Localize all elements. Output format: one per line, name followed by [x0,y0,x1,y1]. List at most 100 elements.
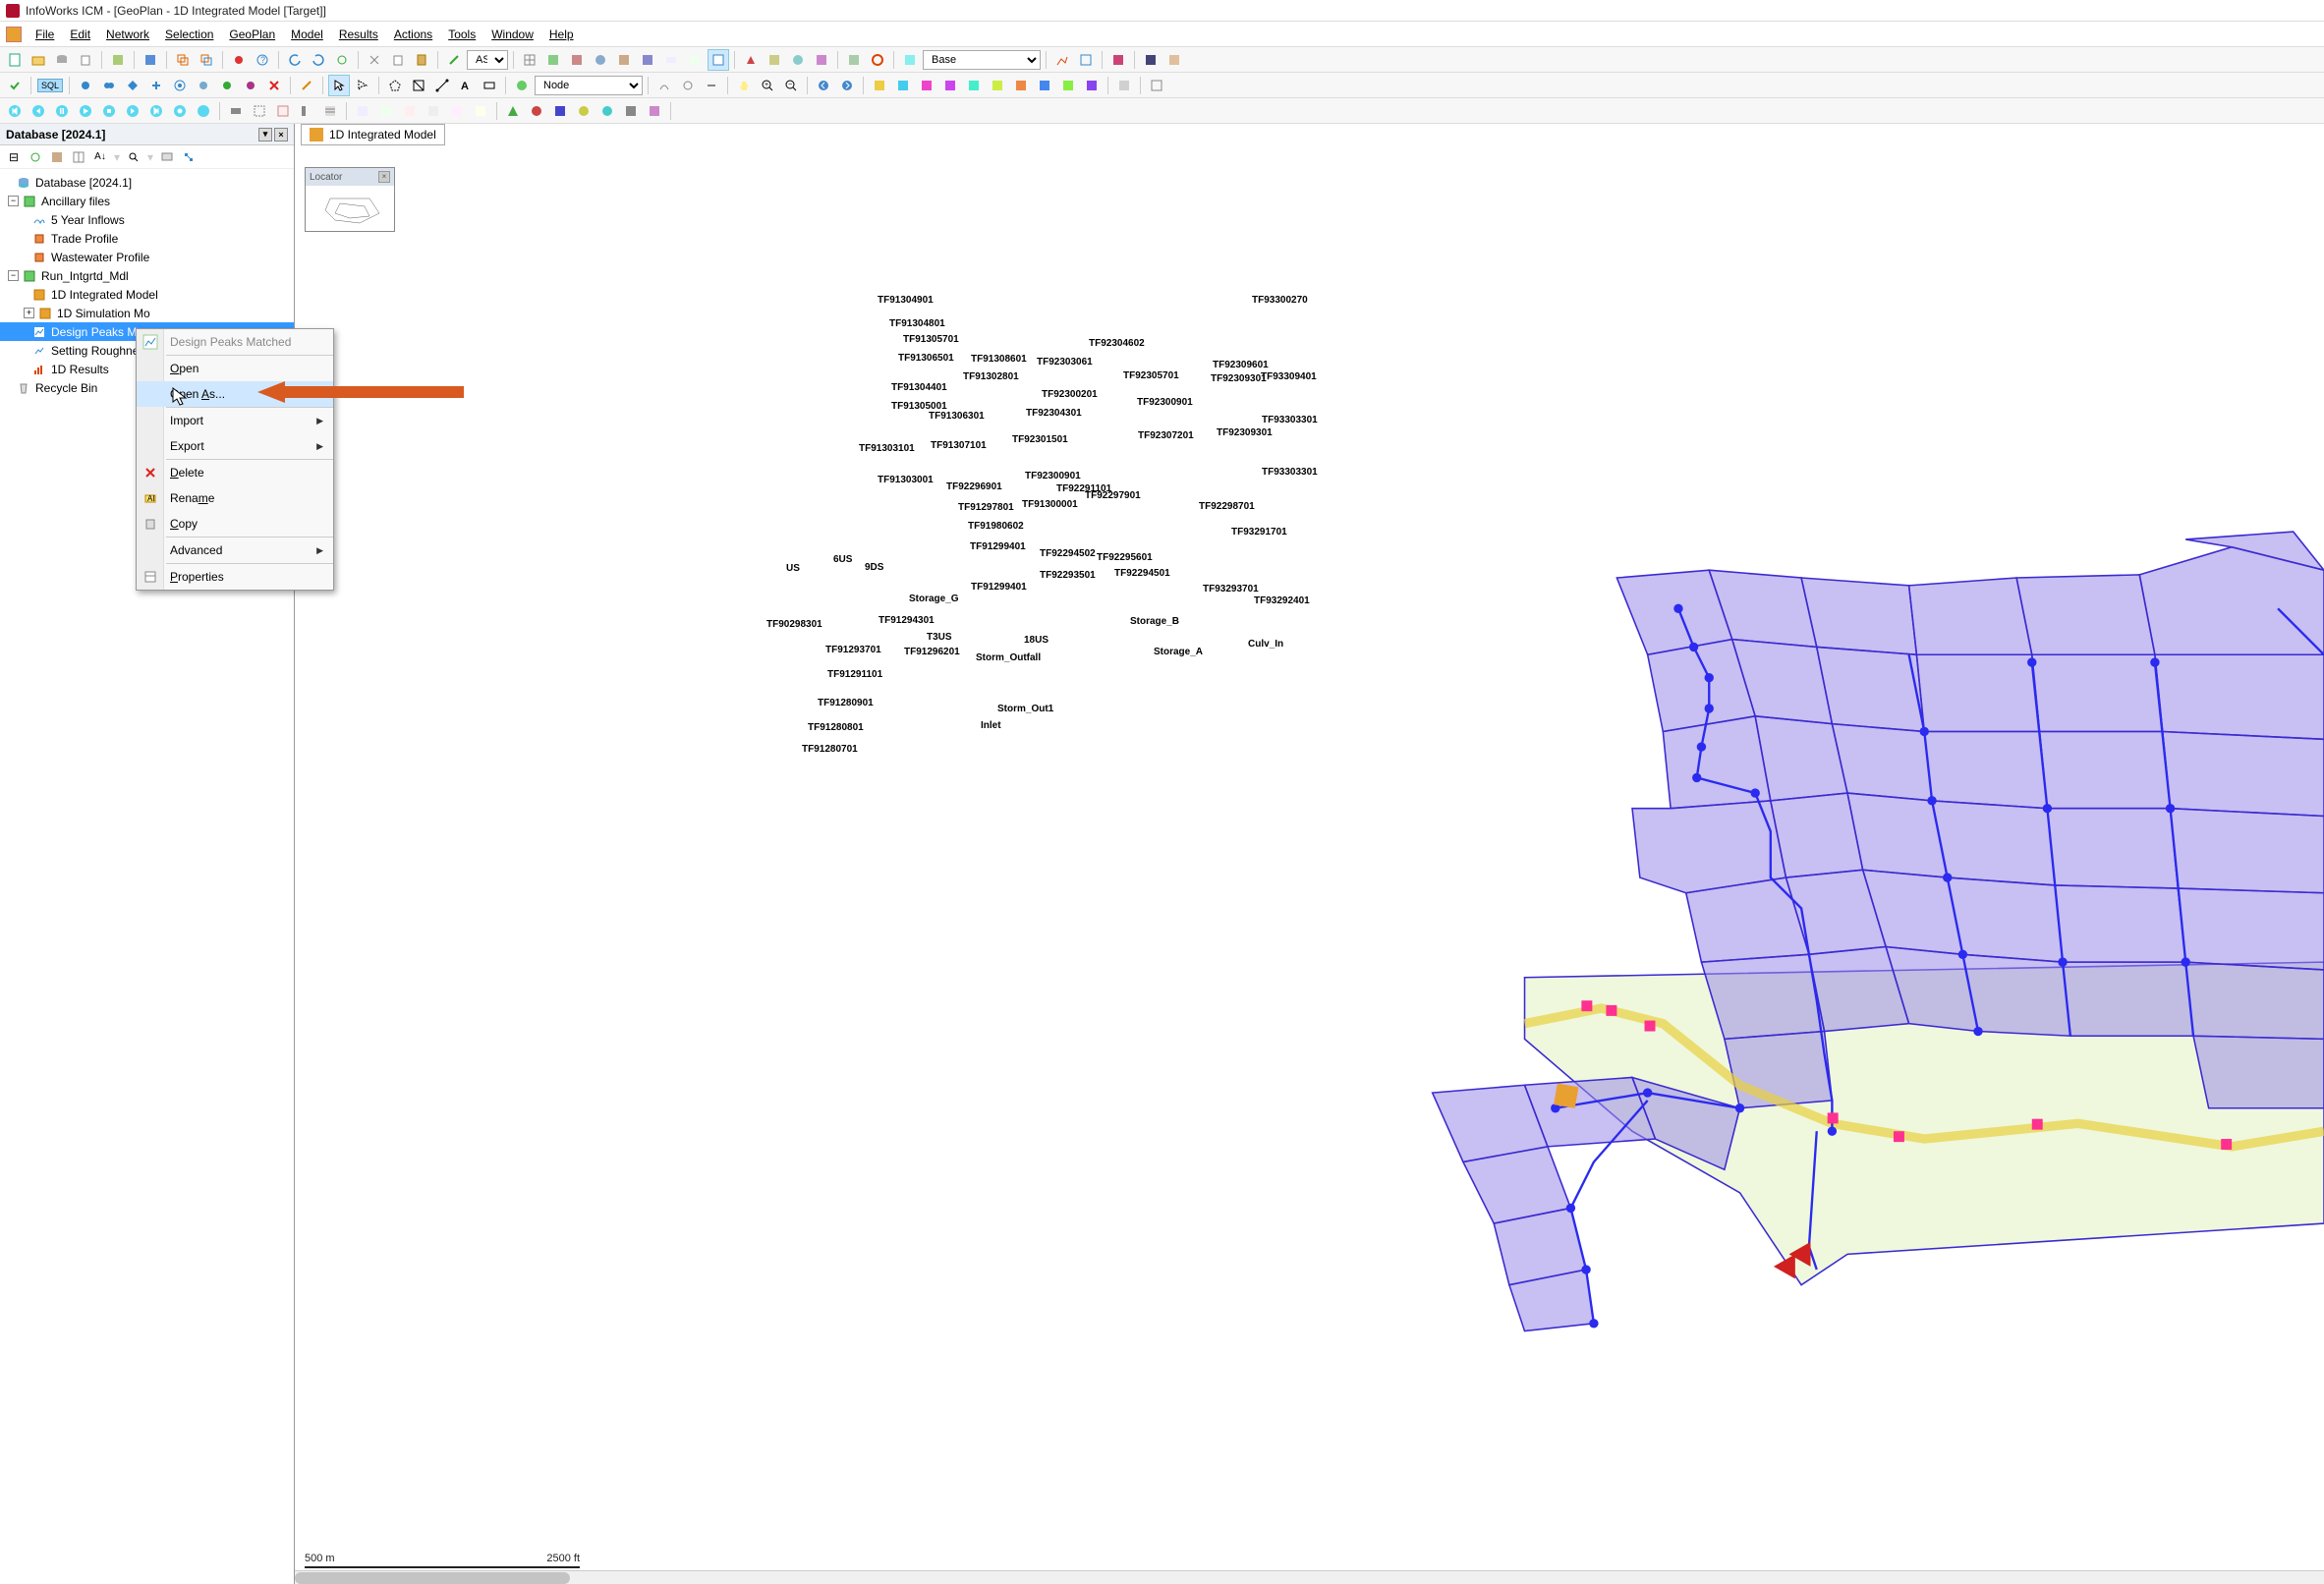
menu-help[interactable]: Help [541,24,582,45]
tb3-e2[interactable] [249,100,270,122]
tb2-hand-icon[interactable] [733,75,755,96]
tb3-e17[interactable] [620,100,642,122]
tb3-e12[interactable] [502,100,524,122]
menu-window[interactable]: Window [483,24,541,45]
ctx-open-as[interactable]: Open As... [137,381,333,407]
tb2-node-dropdown[interactable]: Node [535,76,643,95]
tb2-b6[interactable] [193,75,214,96]
tb2-lasso-icon[interactable] [352,75,373,96]
ctx-rename[interactable]: AI Rename [137,485,333,511]
locator-thumbnail[interactable] [306,186,394,231]
menu-selection[interactable]: Selection [157,24,221,45]
map-canvas[interactable]: TF91304901TF91304801TF93300270TF91305701… [295,147,2324,1584]
tb2-b4[interactable] [145,75,167,96]
tb-locator-icon[interactable] [708,49,729,71]
locator-close-icon[interactable]: × [378,171,390,183]
tb-new-icon[interactable] [4,49,26,71]
tb2-b2[interactable] [98,75,120,96]
tb2-zoomin-icon[interactable]: + [757,75,778,96]
tb-button-h2[interactable] [764,49,785,71]
tree-run[interactable]: − Run_Intgrtd_Mdl [0,266,294,285]
menu-geoplan[interactable]: GeoPlan [221,24,283,45]
tb-button-g2[interactable] [566,49,588,71]
ctx-import[interactable]: Import ▶ [137,408,333,433]
scrollbar-thumb[interactable] [295,1572,570,1584]
tb2-sql-icon[interactable]: SQL [36,75,64,96]
tb-open-icon[interactable] [28,49,49,71]
tb2-rect-icon[interactable] [479,75,500,96]
stb-find-icon[interactable] [126,149,142,165]
stb-filter-icon[interactable] [49,149,65,165]
tree-ancillary[interactable]: − Ancillary files [0,192,294,210]
stb-collapse-icon[interactable]: ⊟ [6,149,22,165]
tb3-rewind-icon[interactable] [4,100,26,122]
tb3-e11[interactable] [470,100,491,122]
tb-button-5[interactable] [107,49,129,71]
tb3-pause-icon[interactable] [51,100,73,122]
tb3-e1[interactable] [225,100,247,122]
tb2-d7[interactable] [1010,75,1032,96]
tb3-e8[interactable] [399,100,421,122]
tb3-e4[interactable] [296,100,317,122]
panel-minimize-icon[interactable]: ▾ [258,128,272,141]
tb2-d12[interactable] [1146,75,1167,96]
tb2-d1[interactable] [869,75,890,96]
locator-panel[interactable]: Locator × [305,167,395,232]
tb-undo-icon[interactable] [284,49,306,71]
tb-cascade-icon[interactable] [172,49,194,71]
tree-1d-simulation[interactable]: + 1D Simulation Mo [0,304,294,322]
tb2-b3[interactable] [122,75,143,96]
tb-bug-icon[interactable] [228,49,250,71]
tb-database-icon[interactable] [51,49,73,71]
app-menu-icon[interactable] [6,27,22,42]
tb2-b1[interactable] [75,75,96,96]
tb2-d6[interactable] [987,75,1008,96]
horizontal-scrollbar[interactable] [295,1570,2324,1584]
tb-save-icon[interactable] [140,49,161,71]
tb-button-g1[interactable] [542,49,564,71]
tb3-e6[interactable] [352,100,373,122]
tb2-globe-icon[interactable] [511,75,533,96]
tb2-poly-sel-icon[interactable] [384,75,406,96]
tb3-e10[interactable] [446,100,468,122]
tree-root[interactable]: Database [2024.1] [0,173,294,192]
tb-button-h7[interactable] [899,49,921,71]
tb-button-g4[interactable] [613,49,635,71]
tb2-c1[interactable] [653,75,675,96]
tb3-e3[interactable] [272,100,294,122]
tree-wastewater[interactable]: Wastewater Profile [0,248,294,266]
tb-paste-icon[interactable] [411,49,432,71]
geoplan-tab[interactable]: 1D Integrated Model [301,124,445,145]
tb-copy2-icon[interactable] [387,49,409,71]
tb2-d11[interactable] [1113,75,1135,96]
stb-monitor-icon[interactable] [159,149,175,165]
menu-edit[interactable]: Edit [62,24,98,45]
tb3-e15[interactable] [573,100,595,122]
tb-redo-icon[interactable] [308,49,329,71]
tb-grid-icon[interactable] [519,49,540,71]
tb2-move-icon[interactable] [408,75,429,96]
ctx-copy[interactable]: Copy [137,511,333,537]
tb-help-icon[interactable]: ? [252,49,273,71]
ctx-properties[interactable]: Properties [137,564,333,590]
menu-results[interactable]: Results [331,24,386,45]
menu-file[interactable]: File [28,24,62,45]
tb2-c3[interactable] [701,75,722,96]
tb2-text-icon[interactable]: A [455,75,477,96]
tb2-d10[interactable] [1081,75,1103,96]
tb2-b8[interactable] [240,75,261,96]
tb2-nav-left-icon[interactable] [813,75,834,96]
tb-as-dropdown[interactable]: AS [467,50,508,70]
tb-button-g3[interactable] [590,49,611,71]
tb2-b7[interactable] [216,75,238,96]
tb-button-g7[interactable] [684,49,706,71]
menu-network[interactable]: Network [98,24,157,45]
menu-actions[interactable]: Actions [386,24,440,45]
tb-button-j3[interactable] [1107,49,1129,71]
tb-button-g6[interactable] [660,49,682,71]
tree-trade[interactable]: Trade Profile [0,229,294,248]
tb-button-j2[interactable] [1075,49,1097,71]
tb2-b5[interactable] [169,75,191,96]
ctx-open[interactable]: Open [137,356,333,381]
ctx-export[interactable]: Export ▶ [137,433,333,459]
